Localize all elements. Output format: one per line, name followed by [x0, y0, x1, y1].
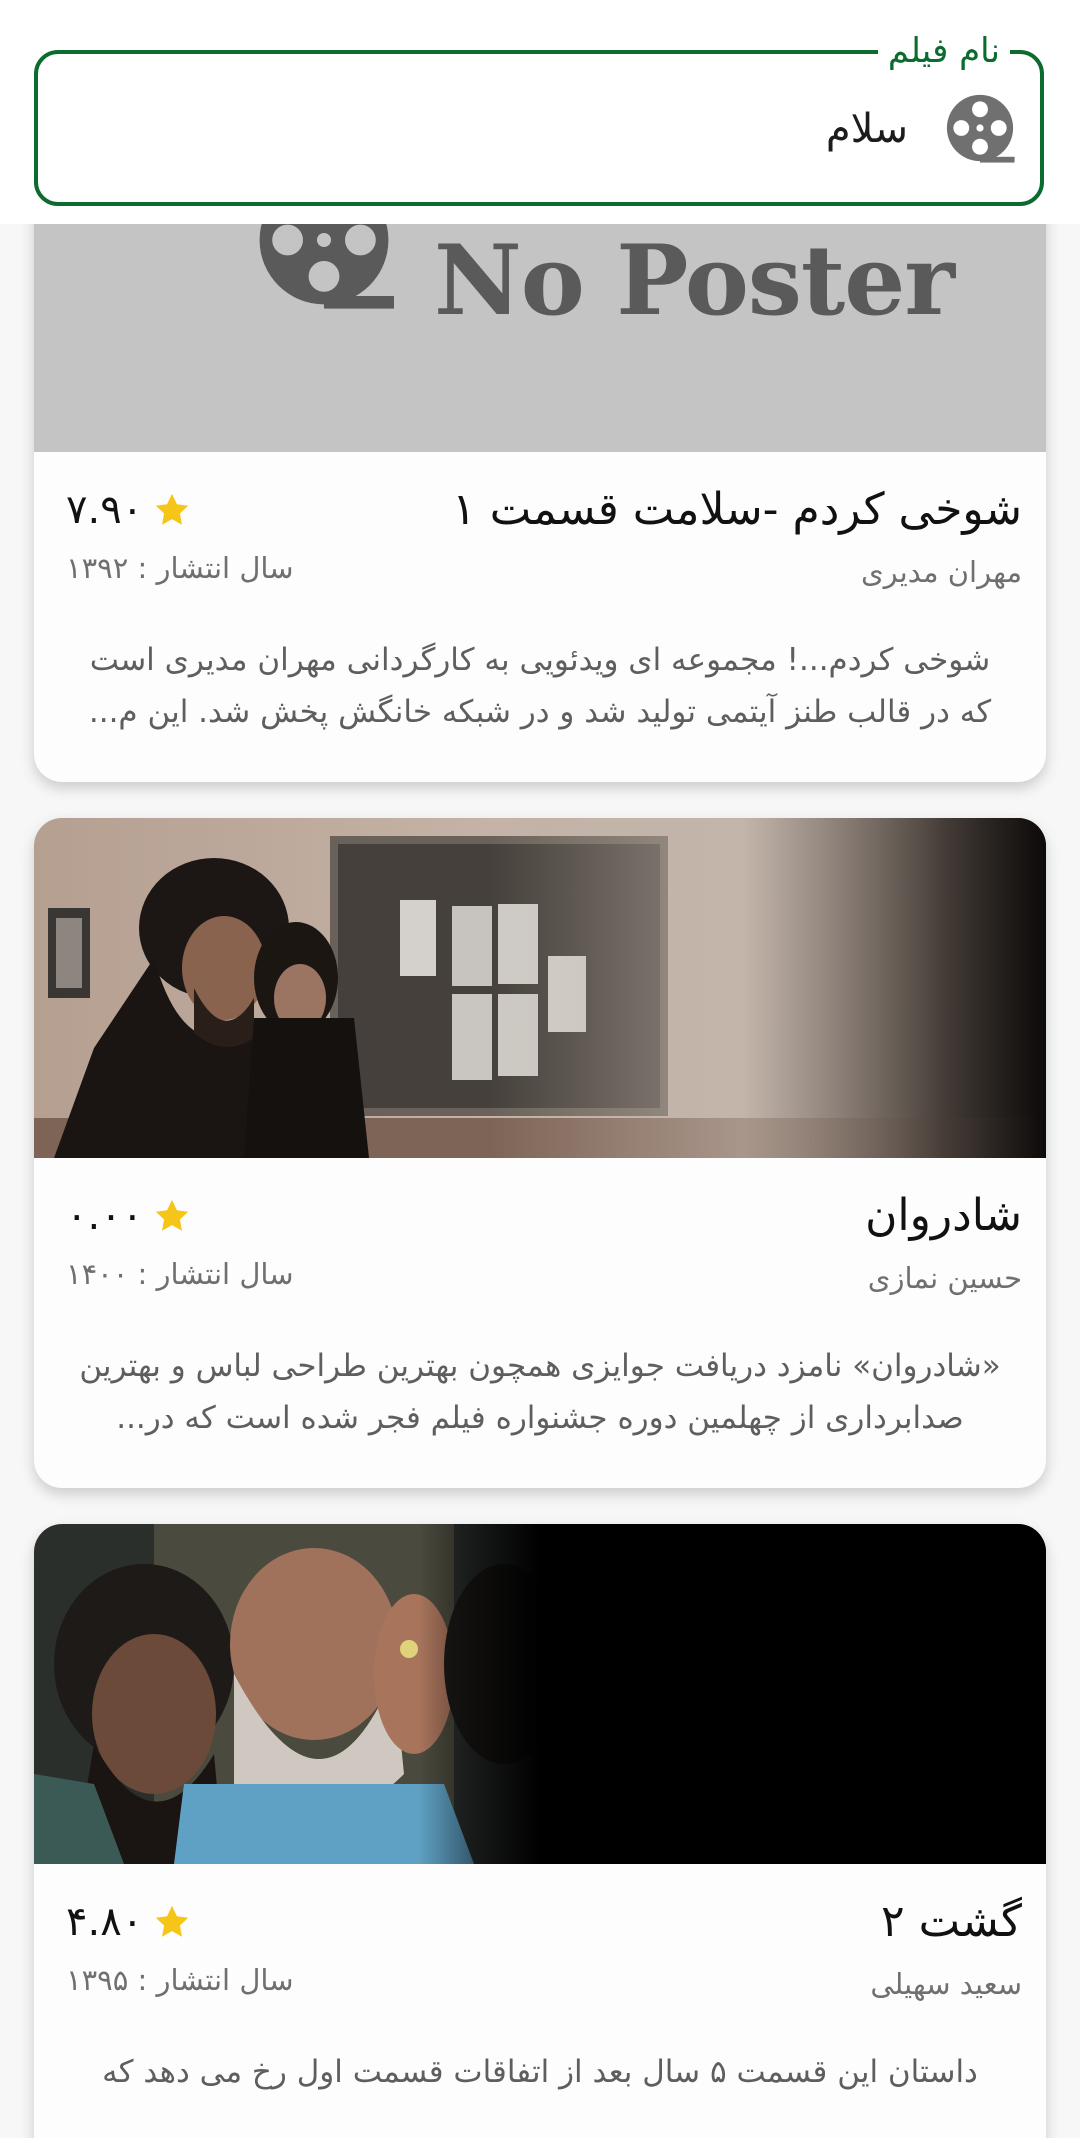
- movie-still-image: [34, 818, 1046, 1158]
- no-poster-text: No Poster: [434, 224, 955, 337]
- movie-description: «شادروان» نامزد دریافت جوایزی همچون بهتر…: [79, 1348, 1001, 1436]
- movie-info: شوخی کردم -سلامت قسمت ۱ مهران مدیری ۷.۹۰…: [34, 452, 1046, 782]
- movie-name-label: نام فیلم: [877, 28, 1010, 74]
- star-icon: [156, 493, 189, 525]
- release-year: سال انتشار : ۱۴۰۰: [66, 1257, 294, 1291]
- movie-rating: ۴.۸۰: [66, 1894, 191, 1950]
- search-input[interactable]: [146, 88, 910, 170]
- movie-info: گشت ۲ سعید سهیلی ۴.۸۰ سال انتشار : ۱۳۹۵ …: [34, 1864, 1046, 2138]
- movie-poster: [34, 818, 1046, 1158]
- movie-poster: [34, 1524, 1046, 1864]
- movie-director: مهران مدیری: [860, 555, 1022, 589]
- movie-title: شوخی کردم -سلامت قسمت ۱: [452, 484, 1022, 535]
- movie-card[interactable]: شادروان حسین نمازی ۰.۰۰ سال انتشار : ۱۴۰…: [34, 818, 1046, 1488]
- movie-card[interactable]: No Poster شوخی کردم -سلامت قسمت ۱ مهران …: [34, 170, 1046, 782]
- movie-director: سعید سهیلی: [870, 1967, 1022, 2001]
- search-header: نام فیلم: [0, 0, 1080, 224]
- movie-name-field[interactable]: نام فیلم: [34, 28, 1044, 206]
- release-year: سال انتشار : ۱۳۹۵: [66, 1963, 294, 1997]
- movie-rating: ۷.۹۰: [66, 482, 191, 538]
- rating-value: ۰.۰۰: [66, 1193, 144, 1239]
- movie-card[interactable]: گشت ۲ سعید سهیلی ۴.۸۰ سال انتشار : ۱۳۹۵ …: [34, 1524, 1046, 2138]
- rating-value: ۷.۹۰: [66, 487, 144, 533]
- movie-description: داستان این قسمت ۵ سال بعد از اتفاقات قسم…: [102, 2054, 978, 2090]
- release-year: سال انتشار : ۱۳۹۲: [66, 551, 294, 585]
- movie-director: حسین نمازی: [867, 1261, 1022, 1295]
- film-reel-icon: [946, 94, 1015, 163]
- movie-search-screen: نام فیلم سلام No Poster شوخی کردم -سلامت…: [0, 0, 1080, 2138]
- movie-description: شوخی کردم...! مجموعه ای ویدئویی به کارگر…: [88, 642, 992, 730]
- movie-still-image: [34, 1524, 1046, 1864]
- movie-info: شادروان حسین نمازی ۰.۰۰ سال انتشار : ۱۴۰…: [34, 1158, 1046, 1488]
- movie-rating: ۰.۰۰: [66, 1188, 191, 1244]
- star-icon: [156, 1199, 189, 1231]
- movie-title: شادروان: [865, 1190, 1022, 1241]
- movie-title: گشت ۲: [880, 1896, 1022, 1947]
- star-icon: [156, 1905, 189, 1937]
- rating-value: ۴.۸۰: [66, 1899, 144, 1945]
